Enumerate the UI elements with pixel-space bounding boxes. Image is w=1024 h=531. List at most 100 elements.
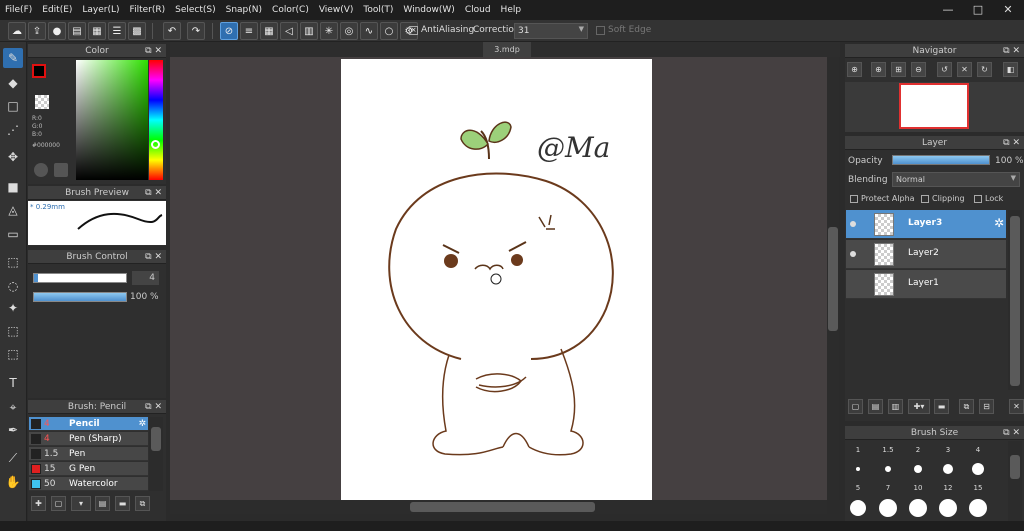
gear-icon[interactable]: ✲ [138,417,146,431]
visibility-icon[interactable] [850,221,856,227]
primary-color-swatch[interactable] [32,64,46,78]
brush-size-dot[interactable] [972,463,984,475]
comment-icon[interactable]: ▤ [68,22,86,40]
folder-icon[interactable]: ▬ [115,496,130,511]
fit-icon[interactable]: ⊞ [891,62,906,77]
menu-snap[interactable]: Snap(N) [221,0,267,20]
snap-perspective-icon[interactable]: ▥ [300,22,318,40]
brush-tool-icon[interactable]: ✎ [3,48,23,68]
merge-layer-icon[interactable]: ⊟ [979,399,994,414]
menu-select[interactable]: Select(S) [170,0,221,20]
add-layer-menu-icon[interactable]: ✚▾ [908,399,930,414]
move-tool-icon[interactable]: ✥ [3,147,23,167]
visibility-icon[interactable] [850,251,856,257]
panel-close-icon[interactable]: ⧉ ✕ [145,250,162,264]
magic-wand-tool-icon[interactable]: ✦ [3,298,23,318]
new-layer-icon[interactable]: ▢ [848,399,863,414]
new-layer-8bit-icon[interactable]: ▤ [868,399,883,414]
reset-view-icon[interactable]: ✕ [957,62,972,77]
brush-size-dot[interactable] [909,499,927,517]
document-tab[interactable]: 3.mdp [483,42,531,57]
deselect-icon[interactable]: ▦ [88,22,106,40]
rotate-left-icon[interactable]: ↺ [937,62,952,77]
panel-close-icon[interactable]: ⧉ ✕ [1003,426,1020,440]
snap-vanish-icon[interactable]: ◁ [280,22,298,40]
layer-row-layer3[interactable]: Layer3 ✲ [846,210,1006,239]
menu-edit[interactable]: Edit(E) [37,0,77,20]
menu-file[interactable]: File(F) [0,0,37,20]
redo-icon[interactable]: ↷ [187,22,205,40]
zoom-icon[interactable]: ⊕ [847,62,862,77]
brush-menu-icon[interactable]: ▾ [71,496,91,511]
lasso-tool-icon[interactable]: ◌ [3,276,23,296]
panel-close-icon[interactable]: ⧉ ✕ [1003,44,1020,58]
canvas-area[interactable]: @Ma [170,57,827,500]
correction-select[interactable]: 31 ▼ [514,23,588,39]
brush-size-dot[interactable] [879,499,897,517]
color-palette-icon[interactable] [54,163,68,177]
protect-alpha-checkbox[interactable] [850,195,858,203]
snap-circle-icon[interactable]: ◎ [340,22,358,40]
undo-icon[interactable]: ↶ [163,22,181,40]
brush-item-pencil[interactable]: 4 Pencil ✲ [29,417,148,431]
panel-close-icon[interactable]: ⧉ ✕ [145,400,162,414]
snap-curve-icon[interactable]: ∿ [360,22,378,40]
layer-opacity-slider[interactable] [892,155,990,165]
select-eraser-tool-icon[interactable]: ⬚ [3,344,23,364]
list-icon[interactable]: ☰ [108,22,126,40]
brush-size-value[interactable]: 4 [132,271,159,285]
clipping-checkbox[interactable] [921,195,929,203]
select-tool-icon[interactable]: ⬚ [3,252,23,272]
brush-add-icon[interactable]: ✚ [31,496,46,511]
menu-layer[interactable]: Layer(L) [77,0,124,20]
snap-parallel-icon[interactable]: ≡ [240,22,258,40]
navigator-viewport[interactable] [899,83,969,129]
canvas-hscrollbar[interactable] [170,500,827,514]
duplicate-layer-icon[interactable]: ⧉ [959,399,974,414]
dot-tool-icon[interactable]: ⋰ [3,120,23,140]
snap-radial-icon[interactable]: ✳ [320,22,338,40]
brush-item-pen[interactable]: 1.5 Pen [29,447,148,461]
layer-row-layer1[interactable]: Layer1 [846,270,1006,299]
zoom-in-icon[interactable]: ⊕ [871,62,886,77]
soft-edge-checkbox[interactable] [596,26,605,35]
bucket-tool-icon[interactable]: ◬ [3,200,23,220]
close-window-icon[interactable]: ✕ [993,0,1023,20]
delete-layer-icon[interactable]: ✕ [1009,399,1024,414]
duplicate-icon[interactable]: ⧉ [135,496,150,511]
menu-color[interactable]: Color(C) [267,0,314,20]
eraser-tool-icon[interactable]: ◆ [3,73,23,93]
panel-close-icon[interactable]: ⧉ ✕ [145,186,162,200]
antialiasing-checkbox[interactable]: × [409,26,418,35]
rotate-right-icon[interactable]: ↻ [977,62,992,77]
layer-scrollbar[interactable] [1008,210,1022,390]
brush-size-slider[interactable] [33,273,127,283]
brush-size-scrollbar[interactable] [1008,441,1022,521]
menu-filter[interactable]: Filter(R) [125,0,171,20]
drawing-canvas[interactable]: @Ma [341,59,652,500]
flip-icon[interactable]: ◧ [1003,62,1018,77]
eyedropper-tool-icon[interactable]: ⟋ [3,448,23,468]
brush-new-icon[interactable]: ▢ [51,496,66,511]
brush-list-scrollbar[interactable] [149,417,163,491]
lock-checkbox[interactable] [974,195,982,203]
layer-row-layer2[interactable]: Layer2 [846,240,1006,269]
select-pen-tool-icon[interactable]: ⬚ [3,321,23,341]
brush-size-dot[interactable] [969,499,987,517]
brush-size-dot[interactable] [939,499,957,517]
fill-shape-tool-icon[interactable]: ■ [3,177,23,197]
navigator-preview[interactable] [845,82,1024,132]
hue-slider[interactable] [149,60,163,180]
gear-icon[interactable]: ✲ [994,216,1004,230]
pen-tool-icon[interactable]: ✒ [3,420,23,440]
maximize-icon[interactable]: □ [963,0,993,20]
menu-cloud[interactable]: Cloud [460,0,496,20]
export-icon[interactable]: ⇪ [28,22,46,40]
color-wheel-icon[interactable] [34,163,48,177]
panel-close-icon[interactable]: ⧉ ✕ [1003,136,1020,150]
brush-item-g-pen[interactable]: 15 G Pen [29,462,148,476]
brush-opacity-slider[interactable] [33,292,127,302]
brush-props-icon[interactable]: ▤ [95,496,110,511]
brush-size-dot[interactable] [943,464,953,474]
menu-help[interactable]: Help [496,0,527,20]
